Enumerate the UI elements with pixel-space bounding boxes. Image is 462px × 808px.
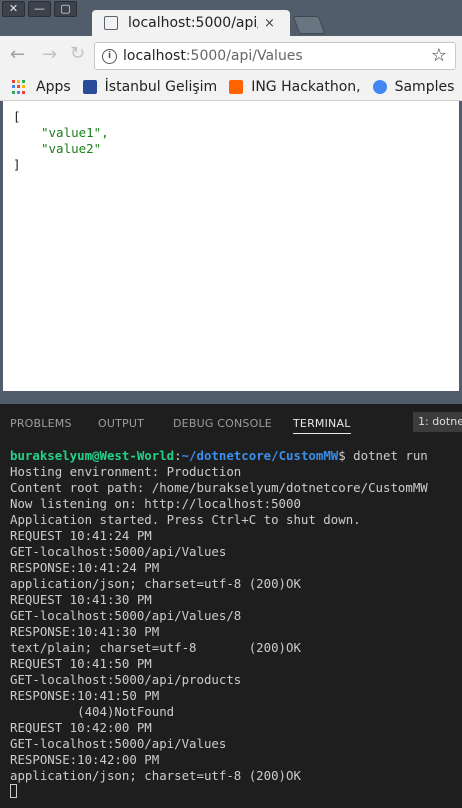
- prompt-user: burakselyum@West-World: [10, 448, 175, 463]
- terminal-line: application/json; charset=utf-8 (200)OK: [10, 768, 301, 783]
- terminal-line: REQUEST 10:41:30 PM: [10, 592, 152, 607]
- ing-lion-icon: [229, 80, 244, 94]
- terminal-prompt-line: burakselyum@West-World:~/dotnetcore/Cust…: [10, 448, 428, 464]
- close-window-button[interactable]: ✕: [2, 1, 25, 17]
- address-bar[interactable]: i localhost:5000/api/Values ☆: [94, 42, 456, 70]
- terminal-line: GET-localhost:5000/api/Values/8: [10, 608, 242, 623]
- json-value: "value1",: [41, 125, 109, 140]
- json-close-bracket: ]: [13, 157, 21, 172]
- info-icon[interactable]: i: [102, 48, 117, 64]
- terminal-line: text/plain; charset=utf-8 (200)OK: [10, 640, 301, 655]
- page-icon: [104, 16, 118, 30]
- tab-title: localhost:5000/api/Values: [128, 15, 258, 31]
- university-logo-icon: [82, 80, 97, 94]
- terminal-select-dropdown[interactable]: 1: dotnet: [413, 412, 462, 432]
- close-tab-icon[interactable]: ×: [264, 16, 275, 31]
- terminal-line: RESPONSE:10:41:50 PM: [10, 688, 160, 703]
- url-text: localhost:5000/api/Values: [123, 48, 303, 64]
- bookmark-samples[interactable]: Samples: [372, 79, 455, 95]
- minimize-window-button[interactable]: —: [28, 1, 51, 17]
- terminal-line: GET-localhost:5000/api/products: [10, 672, 242, 687]
- bookmark-istanbul-gelisim[interactable]: İstanbul Gelişim: [82, 79, 218, 95]
- bookmark-apps[interactable]: Apps: [12, 79, 71, 95]
- url-path: :5000/api/Values: [185, 48, 303, 64]
- forward-arrow-icon[interactable]: →: [42, 44, 57, 65]
- reload-icon[interactable]: ↻: [70, 43, 85, 64]
- terminal-line: RESPONSE:10:42:00 PM: [10, 752, 160, 767]
- prompt-path: ~/dotnetcore/CustomMW: [181, 448, 339, 463]
- terminal-cursor-line: [10, 784, 428, 800]
- tab-terminal[interactable]: TERMINAL: [293, 417, 351, 434]
- prompt-command: $ dotnet run: [338, 448, 428, 463]
- tab-debug-console[interactable]: DEBUG CONSOLE: [173, 417, 272, 430]
- terminal-line: Now listening on: http://localhost:5000: [10, 496, 301, 511]
- browser-window-frame: ✕ — ▢ localhost:5000/api/Values × ← → ↻ …: [0, 0, 462, 101]
- url-host: localhost: [123, 48, 186, 64]
- bookmarks-bar: Apps İstanbul Gelişim ING Hackathon, Sam…: [0, 74, 462, 101]
- browser-bottom-frame: [0, 391, 462, 404]
- prompt-separator: :: [174, 448, 182, 463]
- bookmark-ing-hackathon[interactable]: ING Hackathon,: [229, 79, 361, 95]
- bookmark-label: İstanbul Gelişim: [104, 79, 218, 95]
- terminal-line: (404)NotFound: [10, 704, 175, 719]
- terminal-line: REQUEST 10:41:50 PM: [10, 656, 152, 671]
- maximize-window-button[interactable]: ▢: [54, 1, 77, 17]
- terminal-line: RESPONSE:10:41:30 PM: [10, 624, 160, 639]
- terminal-output[interactable]: burakselyum@West-World:~/dotnetcore/Cust…: [10, 448, 428, 800]
- terminal-line: REQUEST 10:41:24 PM: [10, 528, 152, 543]
- terminal-line: REQUEST 10:42:00 PM: [10, 720, 152, 735]
- terminal-line: RESPONSE:10:41:24 PM: [10, 560, 160, 575]
- vscode-panel: PROBLEMS OUTPUT DEBUG CONSOLE TERMINAL 1…: [0, 404, 462, 808]
- terminal-cursor: [10, 784, 17, 798]
- samples-icon: [372, 80, 387, 94]
- bookmark-label: Samples: [394, 79, 455, 95]
- terminal-line: GET-localhost:5000/api/Values: [10, 544, 227, 559]
- json-open-bracket: [: [13, 109, 21, 124]
- browser-toolbar: ← → ↻ i localhost:5000/api/Values ☆: [0, 36, 462, 74]
- json-response: [ "value1", "value2" ]: [13, 109, 459, 173]
- tab-output[interactable]: OUTPUT: [98, 417, 144, 430]
- terminal-line: Hosting environment: Production: [10, 464, 242, 479]
- bookmark-label: Apps: [36, 79, 71, 95]
- terminal-line: Application started. Press Ctrl+C to shu…: [10, 512, 361, 527]
- browser-tab[interactable]: localhost:5000/api/Values ×: [92, 10, 290, 36]
- terminal-line: application/json; charset=utf-8 (200)OK: [10, 576, 301, 591]
- panel-tab-bar: PROBLEMS OUTPUT DEBUG CONSOLE TERMINAL: [0, 414, 462, 436]
- back-arrow-icon[interactable]: ←: [10, 44, 25, 65]
- new-tab-button[interactable]: [292, 16, 326, 34]
- page-content: [ "value1", "value2" ]: [0, 101, 462, 391]
- terminal-line: Content root path: /home/burakselyum/dot…: [10, 480, 428, 495]
- apps-grid-icon: [12, 80, 26, 94]
- bookmark-star-icon[interactable]: ☆: [431, 45, 447, 66]
- tab-problems[interactable]: PROBLEMS: [10, 417, 72, 430]
- window-controls: ✕ — ▢: [2, 1, 77, 17]
- json-value: "value2": [41, 141, 102, 156]
- bookmark-label: ING Hackathon,: [251, 79, 361, 95]
- terminal-line: GET-localhost:5000/api/Values: [10, 736, 227, 751]
